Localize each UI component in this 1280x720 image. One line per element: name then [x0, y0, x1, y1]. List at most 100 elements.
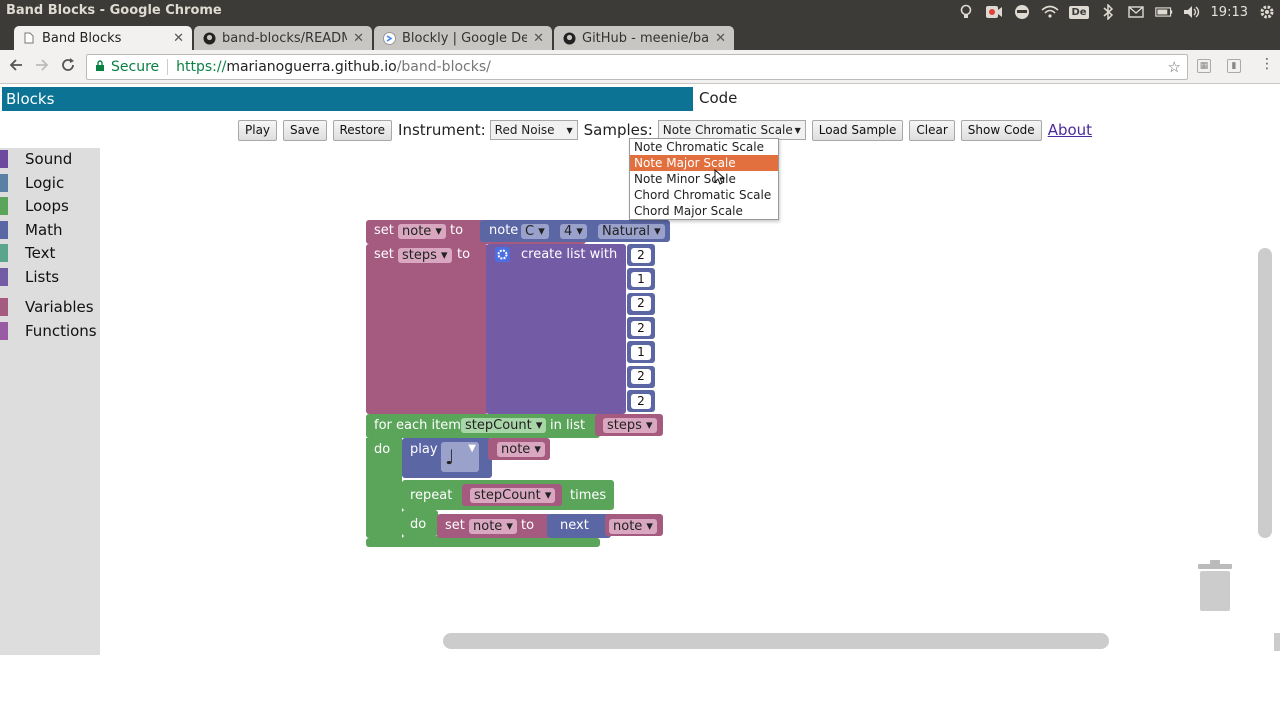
variable-dropdown[interactable]: note ▾ [469, 519, 517, 534]
back-arrow-icon[interactable] [8, 57, 24, 77]
samples-option[interactable]: Chord Major Scale [630, 203, 778, 219]
octave-dropdown[interactable]: 4 ▾ [560, 224, 587, 239]
do-label: do [374, 442, 391, 457]
restore-button[interactable]: Restore [332, 119, 393, 141]
tab-label: band-blocks/READM [222, 30, 348, 46]
samples-option[interactable]: Chord Chromatic Scale [630, 187, 778, 203]
tab-band-blocks[interactable]: Band Blocks ✕ [14, 26, 192, 50]
create-list-label: create list with [521, 247, 618, 262]
mutator-gear-icon[interactable] [495, 247, 510, 262]
close-tab-icon[interactable]: ✕ [173, 31, 184, 46]
about-link[interactable]: About [1048, 121, 1092, 139]
close-tab-icon[interactable]: ✕ [353, 31, 364, 46]
show-code-button[interactable]: Show Code [960, 119, 1042, 141]
list-item-value[interactable]: 2 [631, 369, 651, 384]
battery-icon[interactable] [1154, 4, 1173, 20]
chevron-down-icon: ▼ [794, 125, 801, 135]
close-tab-icon[interactable]: ✕ [533, 31, 544, 46]
accidental-value: Natural [602, 224, 650, 239]
toolbox-category-text[interactable]: Text [0, 242, 100, 266]
duration-dropdown[interactable]: ♩ ▼ [441, 442, 479, 472]
samples-option[interactable]: Note Minor Scale [630, 171, 778, 187]
wifi-icon[interactable] [1041, 4, 1059, 20]
set-variable-block[interactable] [366, 244, 488, 414]
toolbox-category-sound[interactable]: Sound [0, 148, 100, 172]
toolbox-category-logic[interactable]: Logic [0, 172, 100, 196]
close-tab-icon[interactable]: ✕ [715, 31, 726, 46]
volume-icon[interactable] [1183, 4, 1201, 20]
address-bar[interactable]: Secure https:// marianoguerra.github.io … [86, 54, 1188, 80]
toolbox-category-functions[interactable]: Functions [0, 320, 100, 344]
toolbox-separator [0, 289, 100, 296]
bluetooth-icon[interactable] [1099, 4, 1117, 20]
block-keyword-set: set [374, 223, 394, 238]
tab-github-meenie[interactable]: GitHub - meenie/ban ✕ [554, 26, 734, 50]
github-icon [202, 31, 216, 45]
reload-icon[interactable] [60, 57, 76, 77]
list-item-value[interactable]: 2 [631, 296, 651, 311]
lightbulb-icon[interactable] [957, 4, 975, 20]
mail-icon[interactable] [1127, 4, 1145, 20]
load-sample-button[interactable]: Load Sample [811, 119, 904, 141]
toolbox-category-math[interactable]: Math [0, 219, 100, 243]
variable-dropdown[interactable]: note ▾ [609, 519, 657, 534]
samples-option-highlighted[interactable]: Note Major Scale [630, 155, 778, 171]
variable-name: note [473, 519, 503, 534]
category-label: Text [25, 244, 56, 262]
browser-tabstrip: Band Blocks ✕ band-blocks/READM ✕ Blockl… [0, 24, 1280, 70]
variable-dropdown[interactable]: note ▾ [398, 224, 446, 239]
code-header[interactable]: Code [699, 89, 737, 107]
extension-icon[interactable]: ▦ [1197, 59, 1211, 73]
vertical-scrollbar[interactable] [1258, 248, 1272, 538]
camera-record-icon[interactable] [985, 4, 1003, 20]
mask-icon[interactable] [1013, 4, 1031, 20]
toolbox-category-variables[interactable]: Variables [0, 296, 100, 320]
menu-kebab-icon[interactable]: ⋮ [1260, 56, 1274, 72]
variable-dropdown[interactable]: steps ▾ [603, 418, 657, 433]
forward-arrow-icon[interactable] [34, 57, 50, 77]
keyboard-layout-badge[interactable]: De [1069, 5, 1089, 19]
octave-value: 4 [564, 224, 573, 239]
list-item-value[interactable]: 2 [631, 394, 651, 409]
variable-dropdown[interactable]: steps ▾ [398, 248, 452, 263]
tab-label: Band Blocks [42, 30, 122, 46]
note-block-label: note [489, 223, 519, 238]
save-button[interactable]: Save [283, 119, 327, 141]
settings-gear-icon[interactable] [1258, 4, 1276, 20]
trash-icon[interactable] [1196, 560, 1234, 612]
samples-option[interactable]: Note Chromatic Scale [630, 139, 778, 155]
do-label: do [410, 517, 427, 532]
loop-variable-dropdown[interactable]: stepCount ▾ [461, 418, 547, 433]
pitch-dropdown[interactable]: C ▾ [521, 224, 549, 239]
list-item-value[interactable]: 1 [631, 345, 651, 360]
scrollbar-corner [1274, 633, 1280, 651]
repeat-label: repeat [410, 488, 453, 503]
variable-name: steps [402, 248, 437, 263]
tab-readme[interactable]: band-blocks/READM ✕ [194, 26, 372, 50]
play-label: play [410, 442, 438, 457]
window-titlebar: Band Blocks - Google Chrome De 19:13 [0, 0, 1280, 24]
horizontal-scrollbar[interactable] [443, 633, 1109, 649]
page-content: Blocks Code Play Save Restore Instrument… [0, 85, 1280, 655]
toolbox-category-lists[interactable]: Lists [0, 266, 100, 290]
toolbox-category-loops[interactable]: Loops [0, 195, 100, 219]
list-item-value[interactable]: 2 [631, 248, 651, 263]
instrument-select[interactable]: Red Noise ▼ [489, 120, 578, 140]
variable-dropdown[interactable]: stepCount ▾ [470, 488, 556, 503]
tab-blockly[interactable]: Blockly | Google De ✕ [374, 26, 552, 50]
blockly-workspace[interactable]: set note ▾ to note C ▾ 4 ▾ Natural ▾ set… [100, 148, 1280, 655]
system-tray: De 19:13 [957, 0, 1280, 24]
samples-select[interactable]: Note Chromatic Scale ▼ [657, 120, 806, 140]
bookmark-star-icon[interactable]: ☆ [1168, 58, 1181, 76]
url-host: marianoguerra.github.io [226, 59, 397, 75]
clear-button[interactable]: Clear [909, 119, 955, 141]
accidental-dropdown[interactable]: Natural ▾ [598, 224, 665, 239]
play-button[interactable]: Play [238, 119, 278, 141]
list-item-value[interactable]: 2 [631, 321, 651, 336]
variable-name: steps [607, 418, 642, 433]
clock[interactable]: 19:13 [1211, 5, 1248, 20]
variable-dropdown[interactable]: note ▾ [497, 442, 545, 457]
create-list-block[interactable] [486, 244, 626, 414]
extension-icon[interactable]: ▮ [1227, 59, 1241, 73]
list-item-value[interactable]: 1 [631, 272, 651, 287]
